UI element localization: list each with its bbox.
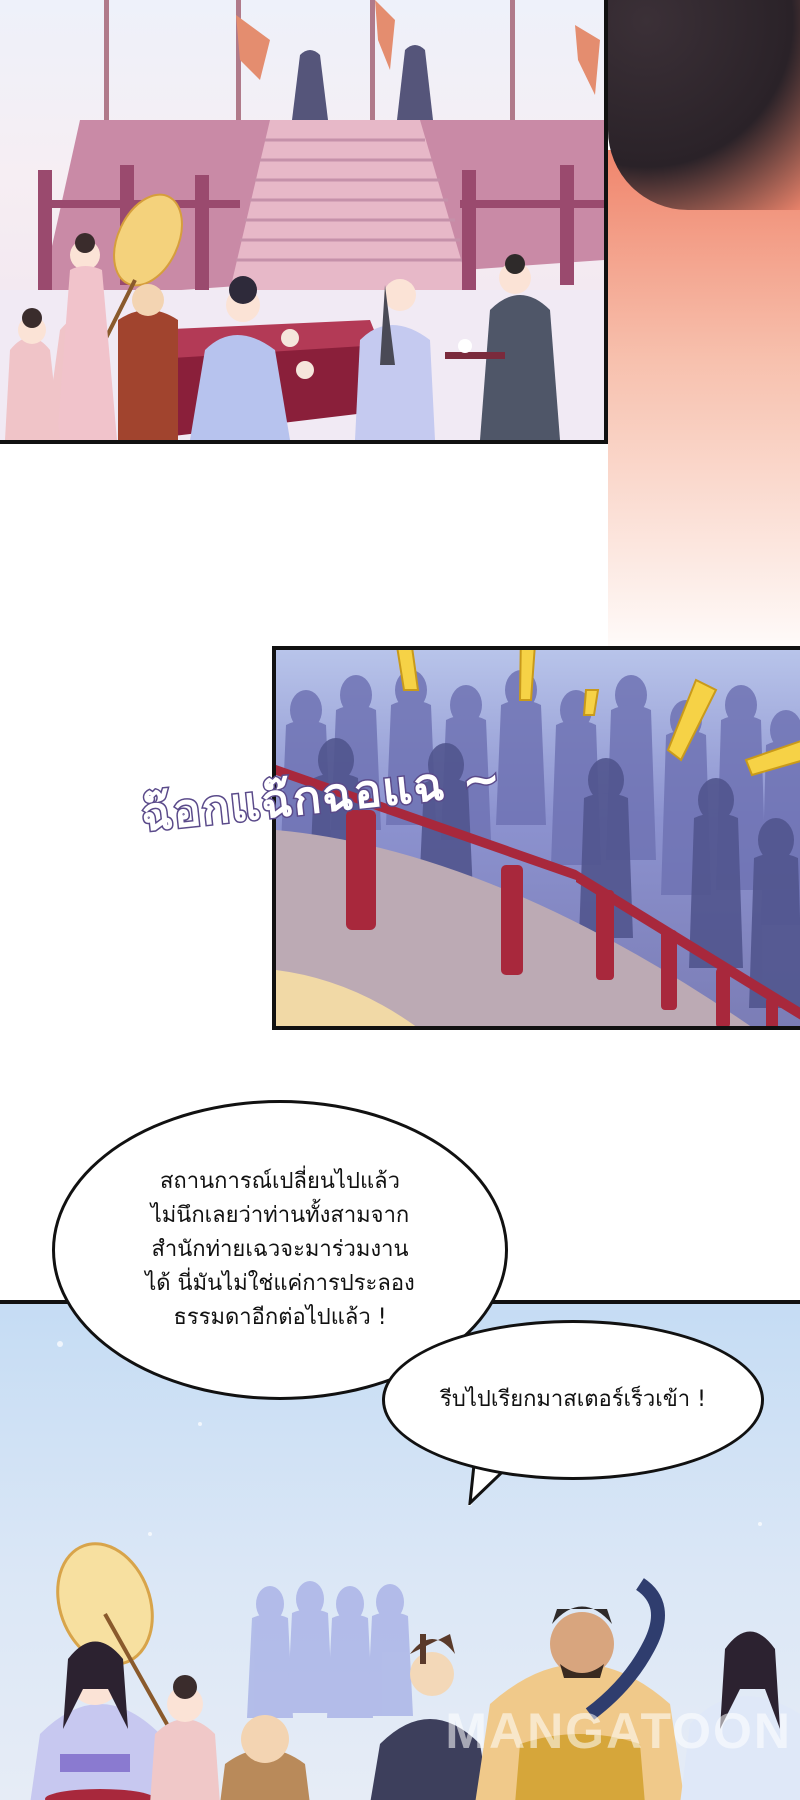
speech-line: ไม่นึกเลยว่าท่านทั้งสามจาก <box>150 1203 410 1228</box>
speech-line: ธรรมดาอีกต่อไปแล้ว ! <box>173 1305 387 1330</box>
crowd-illustration <box>276 650 800 1026</box>
background-glow <box>608 150 800 670</box>
speech-line: ได้ นี่มันไม่ใช่แค่การประลอง <box>145 1271 415 1296</box>
palace-stairs-illustration <box>0 0 604 440</box>
panel-crowd-fence <box>272 646 800 1030</box>
speech-bubble-text: รีบไปเรียกมาสเตอร์เร็วเข้า ! <box>440 1387 706 1412</box>
speech-line: สำนักท่ายเฉวจะมาร่วมงาน <box>151 1237 409 1262</box>
speech-bubble-text: สถานการณ์เปลี่ยนไปแล้ว ไม่นึกเลยว่าท่านท… <box>145 1165 415 1335</box>
dark-corner-shape <box>608 0 800 210</box>
speech-bubble-call-master: รีบไปเรียกมาสเตอร์เร็วเข้า ! <box>382 1320 764 1480</box>
watermark-text: MANGATOON <box>445 1703 792 1759</box>
speech-line: สถานการณ์เปลี่ยนไปแล้ว <box>160 1169 400 1194</box>
panel-palace-stairs <box>0 0 608 444</box>
